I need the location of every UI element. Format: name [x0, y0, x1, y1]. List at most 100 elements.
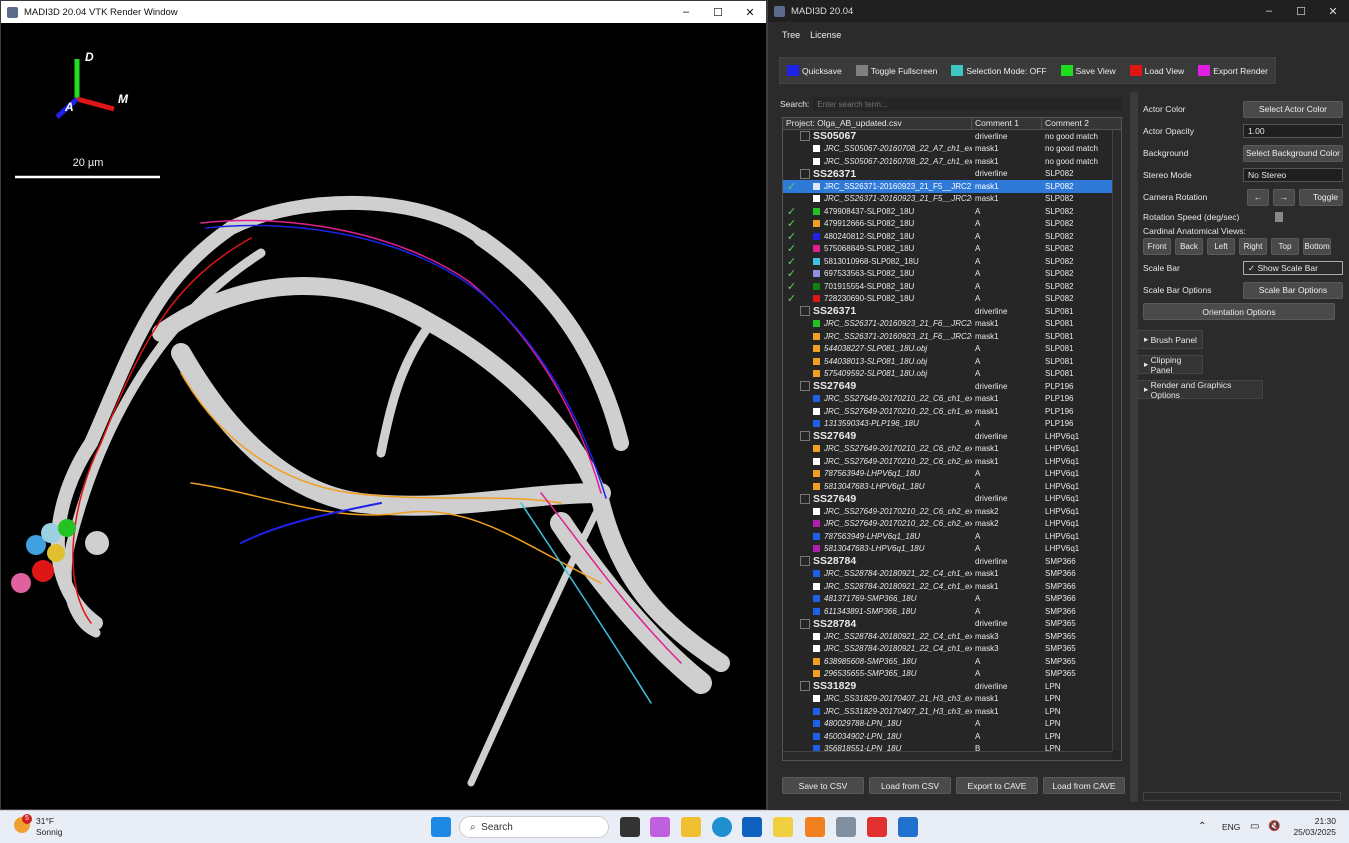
- language-indicator[interactable]: ENG: [1222, 822, 1240, 832]
- tree-item-row[interactable]: 450034902-LPN_18U A LPN: [783, 730, 1121, 743]
- color-swatch-icon[interactable]: [813, 332, 820, 340]
- browser-icon[interactable]: [867, 817, 887, 837]
- tree-item-row[interactable]: ✓ 480240812-SLP082_18U A SLP082: [783, 230, 1121, 243]
- weather-widget[interactable]: 31°F Sonnig: [36, 816, 62, 838]
- color-swatch-icon[interactable]: [813, 295, 820, 303]
- tree-item-row[interactable]: 1313590343-PLP196_18U A PLP196: [783, 418, 1121, 431]
- tree-item-row[interactable]: ✓ 701915554-SLP082_18U A SLP082: [783, 280, 1121, 293]
- view-top-button[interactable]: Top: [1271, 238, 1299, 255]
- stereo-mode-select[interactable]: No Stereo: [1243, 168, 1343, 182]
- toolbar-button-load-view[interactable]: Load View: [1123, 58, 1192, 83]
- tree-item-row[interactable]: JRC_SS27649-20170210_22_C6_ch2_ext... mas…: [783, 505, 1121, 518]
- row-checkbox[interactable]: [800, 131, 810, 142]
- color-swatch-icon[interactable]: [813, 645, 820, 653]
- tree-item-row[interactable]: JRC_SS26371-20160923_21_F6__JRC201... mas…: [783, 330, 1121, 343]
- view-left-button[interactable]: Left: [1207, 238, 1235, 255]
- tree-item-row[interactable]: 638985608-SMP365_18U A SMP365: [783, 655, 1121, 668]
- tree-group-row[interactable]: SS28784 driverline SMP366: [783, 555, 1121, 568]
- project-tree[interactable]: Project: Olga_AB_updated.csv Comment 1 C…: [782, 117, 1122, 761]
- render-viewport[interactable]: D M A 20 µm: [1, 23, 766, 809]
- orientation-options-button[interactable]: Orientation Options: [1143, 303, 1335, 320]
- header-project[interactable]: Project: Olga_AB_updated.csv: [783, 118, 972, 129]
- tree-item-row[interactable]: 5813047683-LHPV6q1_18U A LHPV6q1: [783, 480, 1121, 493]
- rotate-left-button[interactable]: ←: [1247, 188, 1269, 206]
- select-background-color-button[interactable]: Select Background Color: [1243, 144, 1343, 162]
- color-swatch-icon[interactable]: [813, 220, 820, 228]
- color-swatch-icon[interactable]: [813, 395, 820, 403]
- checkmark-icon[interactable]: ✓: [783, 242, 800, 255]
- row-checkbox[interactable]: [800, 493, 810, 504]
- tree-item-row[interactable]: 296535655-SMP365_18U A SMP365: [783, 668, 1121, 681]
- actor-opacity-spinbox[interactable]: 1.00: [1243, 124, 1343, 138]
- color-swatch-icon[interactable]: [813, 445, 820, 453]
- tree-item-row[interactable]: JRC_SS27649-20170210_22_C6_ch2_ext... mas…: [783, 455, 1121, 468]
- color-swatch-icon[interactable]: [813, 282, 820, 290]
- color-swatch-icon[interactable]: [813, 370, 820, 378]
- load-from-csv-button[interactable]: Load from CSV: [869, 777, 951, 794]
- color-swatch-icon[interactable]: [813, 582, 820, 590]
- tree-horizontal-scrollbar[interactable]: [783, 751, 1112, 760]
- task-view-icon[interactable]: [620, 817, 640, 837]
- view-back-button[interactable]: Back: [1175, 238, 1203, 255]
- tree-item-row[interactable]: JRC_SS31829-20170407_21_H3_ch3_ext... mas…: [783, 693, 1121, 706]
- tree-item-row[interactable]: JRC_SS27649-20170210_22_C6_ch1_ext... mas…: [783, 393, 1121, 406]
- load-from-cave-button[interactable]: Load from CAVE: [1043, 777, 1125, 794]
- tree-item-row[interactable]: JRC_SS26371-20160923_21_F5__JRC201... mas…: [783, 193, 1121, 206]
- checkmark-icon[interactable]: ✓: [783, 255, 800, 268]
- color-swatch-icon[interactable]: [813, 257, 820, 265]
- tree-item-row[interactable]: JRC_SS31829-20170407_21_H3_ch3_ext... mas…: [783, 705, 1121, 718]
- row-checkbox[interactable]: [800, 381, 810, 392]
- color-swatch-icon[interactable]: [813, 207, 820, 215]
- tree-group-row[interactable]: SS28784 driverline SMP365: [783, 618, 1121, 631]
- tree-item-row[interactable]: ✓ 697533563-SLP082_18U A SLP082: [783, 268, 1121, 280]
- settings-horizontal-scrollbar[interactable]: [1143, 792, 1341, 801]
- tree-item-row[interactable]: 481371769-SMP366_18U A SMP366: [783, 593, 1121, 606]
- chevron-up-icon[interactable]: ⌃: [1198, 821, 1206, 832]
- show-scale-bar-checkbox[interactable]: ✓ Show Scale Bar: [1243, 261, 1343, 275]
- color-swatch-icon[interactable]: [813, 707, 820, 715]
- maximize-button[interactable]: ☐: [1285, 5, 1317, 18]
- row-checkbox[interactable]: [800, 306, 810, 317]
- checkmark-icon[interactable]: ✓: [783, 205, 800, 218]
- tree-item-row[interactable]: JRC_SS28784-20180921_22_C4_ch1_ext... mas…: [783, 568, 1121, 581]
- view-bottom-button[interactable]: Bottom: [1303, 238, 1331, 255]
- app-icon-blue[interactable]: [742, 817, 762, 837]
- windows-start-icon[interactable]: [431, 817, 451, 837]
- rotate-right-button[interactable]: →: [1273, 188, 1295, 206]
- brush-panel-toggle[interactable]: ▸ Brush Panel: [1137, 330, 1203, 349]
- tree-vertical-scrollbar[interactable]: [1112, 130, 1121, 751]
- color-swatch-icon[interactable]: [813, 345, 820, 353]
- file-explorer-icon[interactable]: [681, 817, 701, 837]
- network-icon[interactable]: ▭: [1250, 821, 1259, 832]
- export-to-cave-button[interactable]: Export to CAVE: [956, 777, 1038, 794]
- tree-item-row[interactable]: JRC_SS28784-20180921_22_C4_ch1_ext... mas…: [783, 630, 1121, 643]
- tree-item-row[interactable]: ✓ 575068849-SLP082_18U A SLP082: [783, 242, 1121, 255]
- color-swatch-icon[interactable]: [813, 720, 820, 728]
- menu-tree[interactable]: Tree: [782, 30, 800, 40]
- minimize-button[interactable]: –: [1253, 5, 1285, 18]
- color-swatch-icon[interactable]: [813, 632, 820, 640]
- tree-item-row[interactable]: ✓ 479912666-SLP082_18U A SLP082: [783, 218, 1121, 230]
- tree-item-row[interactable]: JRC_SS28784-20180921_22_C4_ch1_ext... mas…: [783, 580, 1121, 593]
- tree-group-row[interactable]: SS26371 driverline SLP082: [783, 168, 1121, 181]
- tree-item-row[interactable]: ✓ 5813010968-SLP082_18U A SLP082: [783, 255, 1121, 268]
- madi3d-taskbar-icon[interactable]: [836, 817, 856, 837]
- save-to-csv-button[interactable]: Save to CSV: [782, 777, 864, 794]
- select-actor-color-button[interactable]: Select Actor Color: [1243, 100, 1343, 118]
- tree-item-row[interactable]: 544038227-SLP081_18U.obj A SLP081: [783, 343, 1121, 356]
- row-checkbox[interactable]: [800, 556, 810, 567]
- checkmark-icon[interactable]: ✓: [783, 280, 800, 293]
- close-button[interactable]: ✕: [1317, 5, 1349, 18]
- color-swatch-icon[interactable]: [813, 245, 820, 253]
- color-swatch-icon[interactable]: [813, 595, 820, 603]
- color-swatch-icon[interactable]: [813, 657, 820, 665]
- tree-group-row[interactable]: SS27649 driverline LHPV6q1: [783, 430, 1121, 443]
- color-swatch-icon[interactable]: [813, 532, 820, 540]
- color-swatch-icon[interactable]: [813, 670, 820, 678]
- tree-item-row[interactable]: JRC_SS05067-20160708_22_A7_ch1_ext... mas…: [783, 143, 1121, 156]
- color-swatch-icon[interactable]: [813, 407, 820, 415]
- tree-item-row[interactable]: 544038013-SLP081_18U.obj A SLP081: [783, 355, 1121, 368]
- toolbar-button-quicksave[interactable]: Quicksave: [780, 58, 849, 83]
- toolbar-button-save-view[interactable]: Save View: [1054, 58, 1123, 83]
- close-button[interactable]: ✕: [734, 6, 766, 19]
